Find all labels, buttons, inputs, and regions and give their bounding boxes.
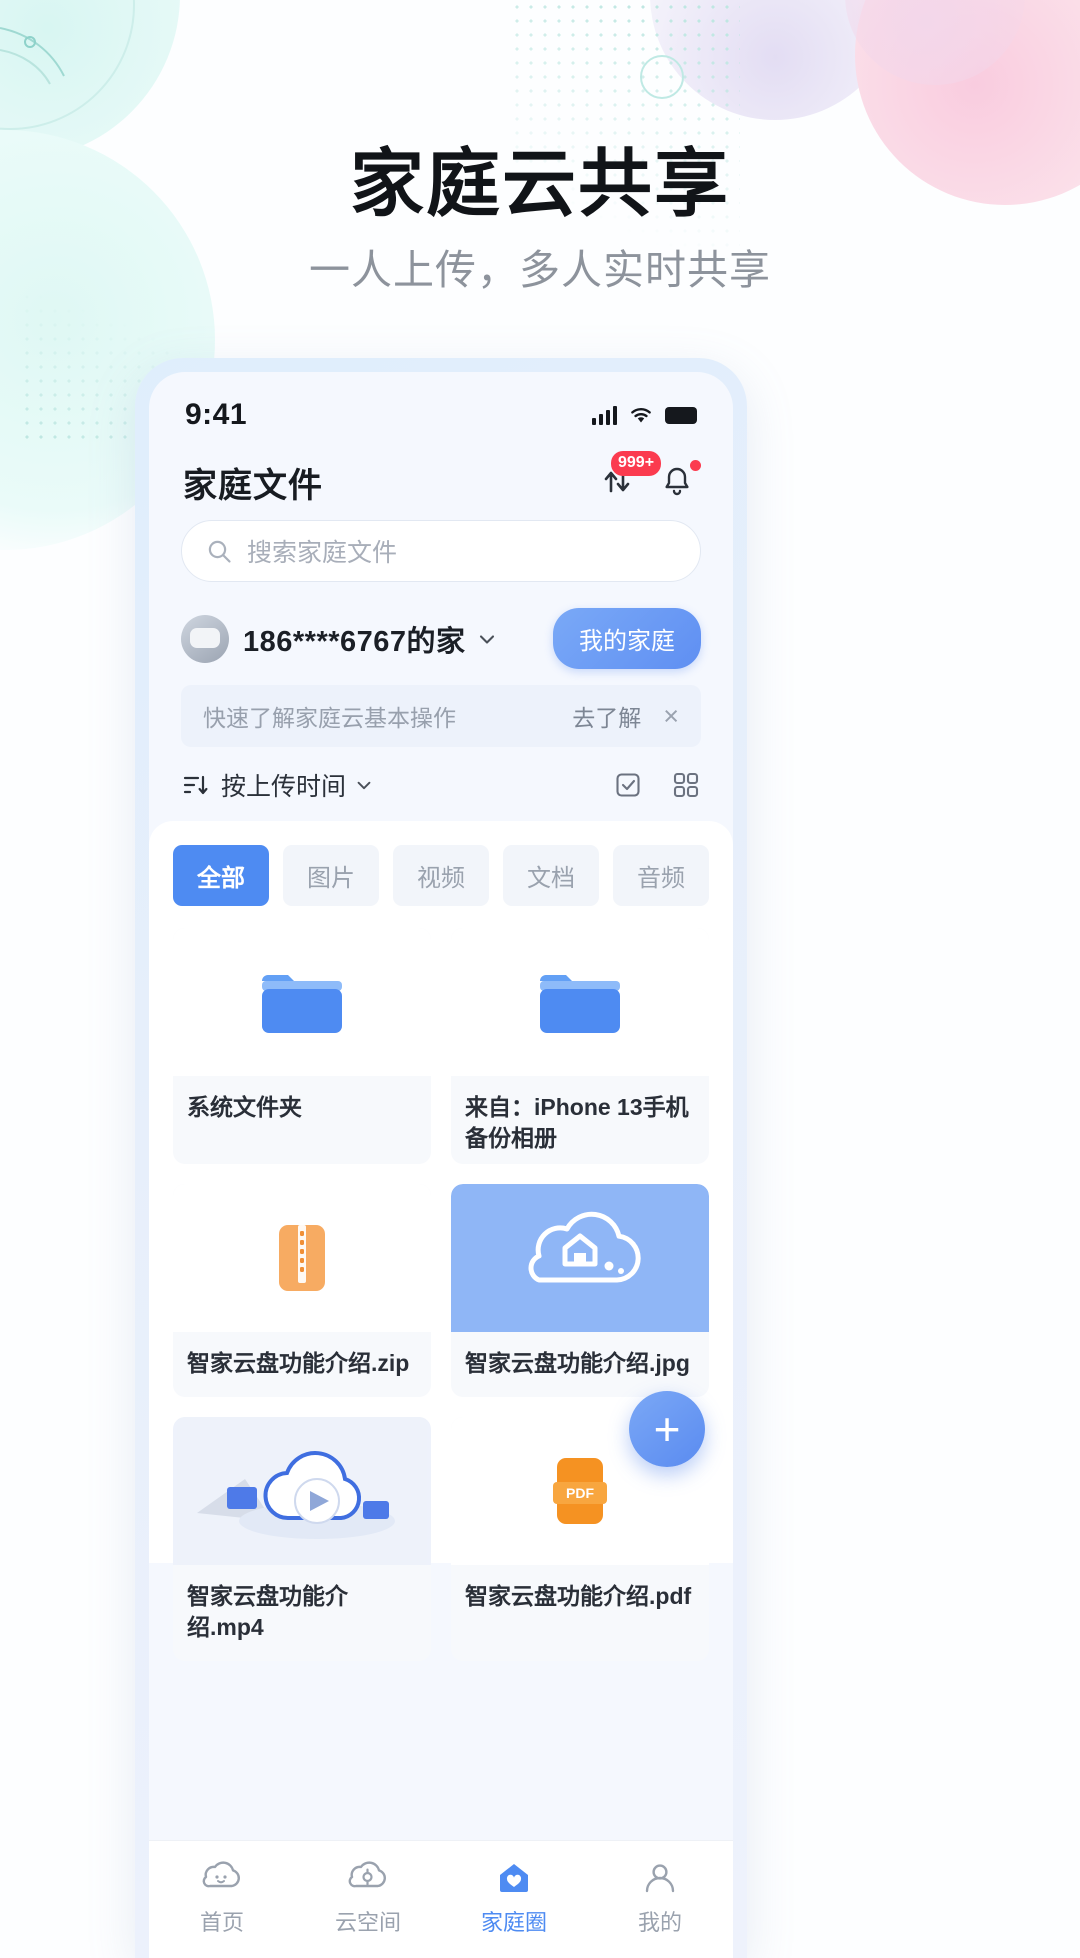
- file-content-panel: 全部 图片 视频 文档 音频 系统文件夹 来自：iPhone 13手机备份相册 …: [149, 821, 733, 1661]
- tab-family-circle[interactable]: 家庭圈: [441, 1855, 587, 1937]
- filter-chip-images[interactable]: 图片: [283, 845, 379, 906]
- person-icon: [587, 1855, 733, 1901]
- file-name: 智家云盘功能介绍.pdf: [465, 1583, 692, 1609]
- file-card[interactable]: 智家云盘功能介绍.zip: [173, 1184, 431, 1397]
- status-bar: 9:41: [149, 372, 733, 444]
- app-title: 家庭文件: [183, 466, 323, 505]
- file-name: 系统文件夹: [187, 1094, 302, 1120]
- file-card[interactable]: 系统文件夹: [173, 928, 431, 1164]
- page-subtitle: 一人上传，多人实时共享: [309, 247, 771, 293]
- folder-icon: [540, 975, 620, 1033]
- filter-chip-documents[interactable]: 文档: [503, 845, 599, 906]
- phone-screen: 9:41 家庭文件 999+ 搜索家庭文件 186****6767的家 我的家庭…: [149, 372, 733, 1958]
- cloud-house-image: [528, 1211, 641, 1283]
- file-thumbnail: [451, 1184, 709, 1332]
- file-name: 来自：iPhone 13手机备份相册: [465, 1094, 689, 1151]
- notification-dot: [690, 460, 701, 471]
- file-thumbnail: [173, 1184, 431, 1332]
- tip-banner[interactable]: 快速了解家庭云基本操作 去了解 ×: [181, 685, 701, 747]
- family-circle-icon: [441, 1855, 587, 1901]
- filter-chip-audio[interactable]: 音频: [613, 845, 709, 906]
- page-title: 家庭云共享: [350, 142, 730, 225]
- file-card[interactable]: 智家云盘功能介绍.jpg: [451, 1184, 709, 1397]
- transfer-button[interactable]: 999+: [597, 451, 662, 503]
- cellular-signal-icon: [592, 405, 617, 425]
- decorative-lines-icon: [0, 27, 65, 85]
- cloud-space-icon: [295, 1855, 441, 1901]
- account-row: 186****6767的家 我的家庭: [149, 582, 733, 669]
- zip-file-icon: [279, 1225, 325, 1291]
- chevron-down-icon[interactable]: [476, 628, 498, 650]
- tip-section: 快速了解家庭云基本操作 去了解 ×: [149, 669, 733, 747]
- filter-chip-group: 全部 图片 视频 文档 音频: [173, 845, 709, 906]
- video-play-icon: [177, 1417, 427, 1565]
- family-name[interactable]: 186****6767的家: [243, 618, 466, 660]
- tip-text: 快速了解家庭云基本操作: [203, 705, 456, 731]
- battery-full-icon: [665, 406, 697, 424]
- tab-home[interactable]: 首页: [149, 1855, 295, 1937]
- file-card[interactable]: 智家云盘功能介绍.mp4: [173, 1417, 431, 1661]
- status-icon-group: [592, 405, 697, 425]
- filter-chip-videos[interactable]: 视频: [393, 845, 489, 906]
- wifi-icon: [631, 408, 651, 423]
- tab-label: 我的: [637, 1910, 682, 1935]
- tab-label: 云空间: [334, 1910, 401, 1935]
- grid-layout-icon[interactable]: [671, 770, 701, 800]
- status-time: 9:41: [185, 398, 248, 431]
- close-icon[interactable]: ×: [663, 702, 679, 730]
- tip-link[interactable]: 去了解: [572, 699, 641, 733]
- add-button[interactable]: +: [629, 1391, 705, 1467]
- tab-label: 首页: [199, 1910, 244, 1935]
- search-bar[interactable]: 搜索家庭文件: [181, 520, 701, 582]
- file-name: 智家云盘功能介绍.mp4: [187, 1583, 348, 1640]
- pdf-file-icon: PDF: [553, 1458, 607, 1524]
- app-header: 家庭文件 999+: [149, 444, 733, 514]
- file-thumbnail: [451, 928, 709, 1076]
- sort-label[interactable]: 按上传时间: [221, 767, 346, 803]
- sort-row-actions: [613, 770, 701, 800]
- avatar[interactable]: [181, 614, 229, 663]
- search-input[interactable]: 搜索家庭文件: [247, 533, 397, 569]
- file-thumbnail: [173, 928, 431, 1076]
- tab-cloud-space[interactable]: 云空间: [295, 1855, 441, 1937]
- tab-mine[interactable]: 我的: [587, 1855, 733, 1937]
- my-family-button[interactable]: 我的家庭: [553, 608, 701, 669]
- filter-chip-all[interactable]: 全部: [173, 845, 269, 906]
- chevron-down-icon[interactable]: [354, 775, 374, 795]
- file-name: 智家云盘功能介绍.zip: [187, 1350, 410, 1376]
- file-grid: 系统文件夹 来自：iPhone 13手机备份相册 智家云盘功能介绍.zip 智家…: [173, 928, 709, 1661]
- home-cloud-icon: [149, 1855, 295, 1901]
- file-name: 智家云盘功能介绍.jpg: [465, 1350, 690, 1376]
- multi-select-icon[interactable]: [613, 770, 643, 800]
- tab-label: 家庭圈: [480, 1910, 547, 1935]
- svg-text:PDF: PDF: [566, 1485, 594, 1501]
- search-icon: [208, 540, 231, 563]
- phone-mockup: 9:41 家庭文件 999+ 搜索家庭文件 186****6767的家 我的家庭…: [135, 358, 747, 1958]
- file-card[interactable]: 来自：iPhone 13手机备份相册: [451, 928, 709, 1164]
- notifications-button[interactable]: [657, 460, 701, 503]
- file-thumbnail: [173, 1417, 431, 1565]
- folder-icon: [262, 975, 342, 1033]
- bottom-nav: 首页 云空间 家庭圈 我的: [149, 1840, 733, 1958]
- sort-icon[interactable]: [181, 771, 209, 799]
- header-actions: 999+: [597, 451, 701, 503]
- sort-row: 按上传时间: [149, 747, 733, 821]
- search-section: 搜索家庭文件: [149, 514, 733, 582]
- transfer-badge: 999+: [611, 451, 662, 476]
